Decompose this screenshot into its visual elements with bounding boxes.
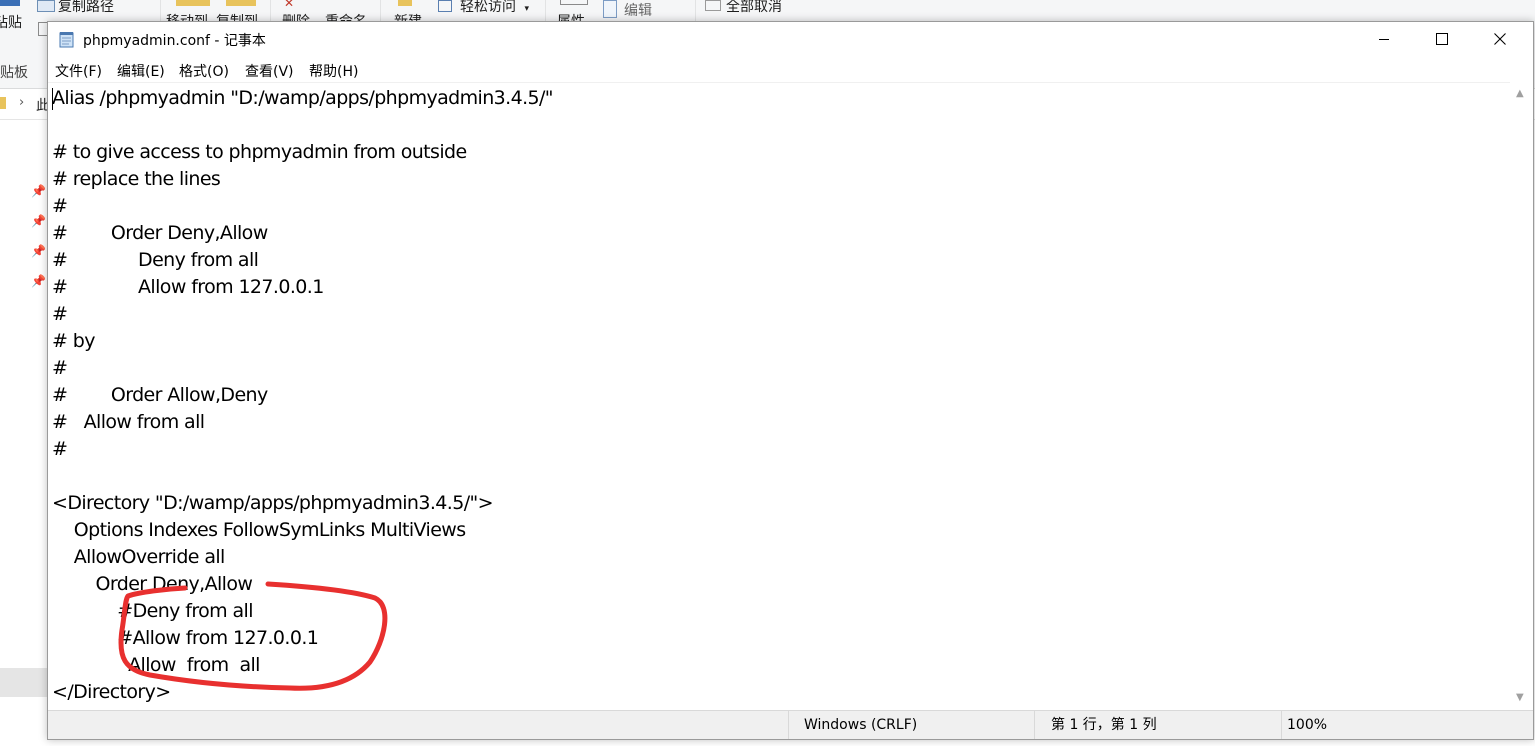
ribbon-select-none-button[interactable]: 全部取消 xyxy=(726,0,782,16)
ribbon-separator xyxy=(160,0,161,22)
copy-path-icon xyxy=(37,0,55,12)
menu-file[interactable]: 文件(F) xyxy=(55,61,102,81)
status-separator xyxy=(1281,711,1282,739)
scroll-up-arrow-icon[interactable]: ▲ xyxy=(1516,88,1524,99)
scroll-down-arrow-icon[interactable]: ▼ xyxy=(1516,692,1524,703)
chevron-right-icon: › xyxy=(19,95,25,110)
new-folder-icon xyxy=(398,0,412,6)
ribbon-separator xyxy=(545,0,546,22)
select-none-icon xyxy=(705,0,721,11)
ribbon-group-clipboard: 贴板 xyxy=(0,65,28,81)
text-caret xyxy=(52,88,53,110)
window-title: phpmyadmin.conf - 记事本 xyxy=(83,33,266,49)
ribbon-copy-path-button[interactable]: 复制路径 xyxy=(58,0,114,16)
status-separator xyxy=(788,711,789,739)
nav-selected-item[interactable] xyxy=(0,668,47,697)
ribbon-easy-access-label: 轻松访问 xyxy=(460,0,516,15)
vertical-scrollbar[interactable]: ▲ ▼ xyxy=(1510,82,1533,710)
status-cursor-position: 第 1 行，第 1 列 xyxy=(1051,717,1157,733)
ribbon-separator xyxy=(270,0,271,22)
editor-content[interactable]: Alias /phpmyadmin "D:/wamp/apps/phpmyadm… xyxy=(52,85,554,706)
menu-edit[interactable]: 编辑(E) xyxy=(117,61,165,81)
status-zoom: 100% xyxy=(1287,717,1328,733)
easy-access-icon xyxy=(438,0,452,12)
minimize-button[interactable] xyxy=(1355,22,1413,56)
ribbon-separator xyxy=(695,0,696,22)
pin-icon: 📌 xyxy=(31,184,46,198)
ribbon-separator xyxy=(380,0,381,22)
explorer-navigation-pane: 📌 📌 📌 📌 xyxy=(0,120,47,746)
ribbon-paste-button[interactable]: 粘贴 xyxy=(0,12,22,32)
properties-icon xyxy=(560,0,588,5)
copy-to-icon xyxy=(226,0,256,6)
edit-icon xyxy=(603,0,617,18)
pin-icon: 📌 xyxy=(31,244,46,258)
menu-view[interactable]: 查看(V) xyxy=(245,61,294,81)
close-button[interactable] xyxy=(1471,22,1529,56)
ribbon-easy-access-button[interactable]: 轻松访问 ▾ xyxy=(460,0,529,16)
folder-icon xyxy=(0,97,6,109)
maximize-icon xyxy=(1436,33,1448,45)
status-encoding: Windows (CRLF) xyxy=(804,717,918,733)
title-bar[interactable]: phpmyadmin.conf - 记事本 xyxy=(48,22,1533,56)
menu-help[interactable]: 帮助(H) xyxy=(309,61,358,81)
notepad-app-icon xyxy=(59,32,74,48)
pin-icon: 📌 xyxy=(31,274,46,288)
menu-format[interactable]: 格式(O) xyxy=(179,61,229,81)
ribbon-edit-button[interactable]: 编辑 xyxy=(624,0,652,20)
pin-icon: 📌 xyxy=(31,214,46,228)
status-separator xyxy=(1034,711,1035,739)
status-bar: Windows (CRLF) 第 1 行，第 1 列 100% xyxy=(48,710,1533,739)
maximize-button[interactable] xyxy=(1413,22,1471,56)
text-editor-area[interactable]: Alias /phpmyadmin "D:/wamp/apps/phpmyadm… xyxy=(48,82,1510,711)
move-to-icon xyxy=(176,0,210,6)
chevron-down-icon: ▾ xyxy=(524,4,529,14)
close-icon xyxy=(1494,33,1506,45)
menu-bar: 文件(F) 编辑(E) 格式(O) 查看(V) 帮助(H) xyxy=(48,56,1533,82)
delete-icon: ✕ xyxy=(284,0,295,10)
minimize-icon xyxy=(1379,39,1389,40)
paste-icon xyxy=(0,0,20,6)
notepad-window: phpmyadmin.conf - 记事本 文件(F) 编辑(E) 格式(O) … xyxy=(47,21,1534,740)
